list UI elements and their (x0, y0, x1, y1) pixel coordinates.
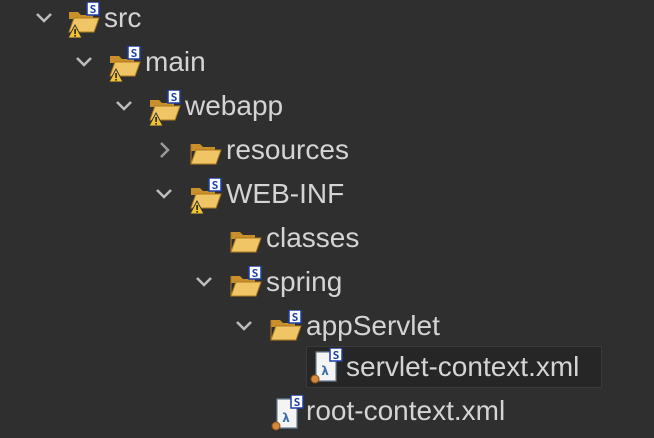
chevron-down-icon[interactable] (72, 50, 96, 74)
svg-text:S: S (171, 91, 178, 104)
svg-text:λ: λ (282, 411, 290, 425)
tree-item-main[interactable]: S main (0, 44, 654, 88)
folder-open-icon (228, 222, 264, 258)
tree-item-servlet-context-xml[interactable]: λ S servlet-context.xml (0, 346, 654, 390)
tree-item-resources[interactable]: resources (0, 132, 654, 176)
tree-item-label: webapp (185, 90, 284, 121)
chevron-down-icon[interactable] (152, 182, 176, 206)
spring-xml-file-icon: λ S (270, 395, 306, 431)
tree-item-label: resources (226, 134, 349, 165)
chevron-down-icon[interactable] (32, 6, 56, 30)
tree-item-label: main (145, 46, 206, 77)
tree-item-webapp[interactable]: S webapp (0, 88, 654, 132)
svg-text:S: S (292, 311, 299, 324)
folder-open-icon (188, 134, 224, 170)
folder-warning-spring-icon: S (188, 178, 224, 214)
tree-item-label: appServlet (306, 310, 440, 341)
project-explorer-tree: S src S main S webapp resources S WEB-IN… (0, 0, 654, 438)
tree-item-label: servlet-context.xml (346, 351, 580, 382)
tree-item-label: root-context.xml (306, 395, 506, 426)
svg-text:S: S (294, 396, 301, 409)
tree-item-label: classes (266, 222, 360, 253)
svg-text:λ: λ (321, 364, 329, 378)
folder-warning-spring-icon: S (107, 46, 143, 82)
svg-text:S: S (90, 3, 97, 16)
tree-item-classes[interactable]: classes (0, 220, 654, 264)
svg-text:S: S (333, 349, 340, 362)
svg-text:S: S (131, 47, 138, 60)
folder-spring-icon: S (268, 310, 304, 346)
folder-warning-spring-icon: S (147, 90, 183, 126)
tree-item-root-context-xml[interactable]: λ S root-context.xml (0, 393, 654, 437)
chevron-down-icon[interactable] (112, 94, 136, 118)
chevron-right-icon[interactable] (152, 138, 176, 162)
tree-item-spring[interactable]: S spring (0, 264, 654, 308)
chevron-down-icon[interactable] (192, 270, 216, 294)
folder-warning-spring-icon: S (66, 2, 102, 38)
tree-item-src[interactable]: S src (0, 0, 654, 44)
chevron-down-icon[interactable] (232, 314, 256, 338)
spring-xml-file-icon: λ S (309, 348, 345, 384)
tree-item-web-inf[interactable]: S WEB-INF (0, 176, 654, 220)
tree-item-label: WEB-INF (226, 178, 345, 209)
tree-item-label: spring (266, 266, 343, 297)
tree-item-label: src (104, 2, 142, 33)
folder-spring-icon: S (228, 266, 264, 302)
svg-text:S: S (252, 267, 259, 280)
svg-text:S: S (212, 179, 219, 192)
